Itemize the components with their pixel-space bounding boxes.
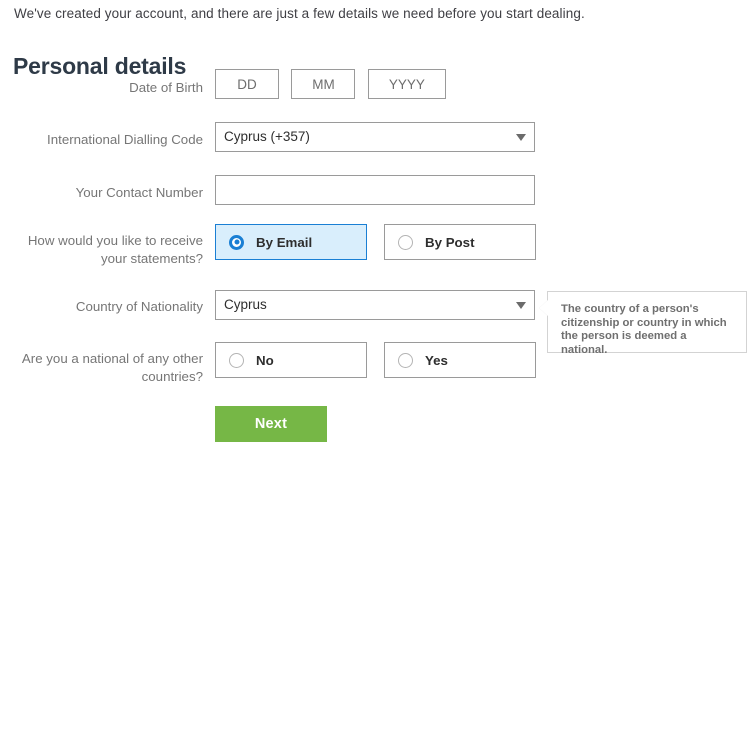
radio-unselected-icon [398,234,413,250]
statements-label: How would you like to receive your state… [27,233,203,266]
radio-unselected-icon [398,352,413,368]
contact-number-field [215,175,535,205]
page-title: Personal details [13,53,187,80]
statements-options: By Email By Post [215,224,545,260]
radio-unselected-icon [229,352,244,368]
dialling-code-select[interactable]: Cyprus (+357) [215,122,535,152]
date-of-birth-month-input[interactable] [291,69,356,99]
date-of-birth-fields [215,69,446,99]
intro-text: We've created your account, and there ar… [14,6,585,21]
nationality-tooltip-text: The country of a person's citizenship or… [561,303,727,356]
contact-number-input[interactable] [215,175,535,205]
nationality-selected-value: Cyprus [215,290,535,320]
statements-option-by-post-label: By Post [425,234,475,250]
other-nationalities-option-yes-label: Yes [425,352,448,368]
radio-selected-icon [229,234,244,250]
next-button[interactable]: Next [215,406,327,442]
dialling-code-label: International Dialling Code [47,132,203,147]
statements-option-by-email[interactable]: By Email [215,224,367,260]
date-of-birth-year-input[interactable] [367,69,446,99]
nationality-label: Country of Nationality [75,299,203,314]
nationality-select[interactable]: Cyprus [215,290,535,320]
other-nationalities-option-no-label: No [256,352,274,368]
tooltip-arrow-icon [539,299,549,317]
other-nationalities-option-yes[interactable]: Yes [384,342,536,378]
dialling-code-selected-value: Cyprus (+357) [215,122,535,152]
other-nationalities-option-no[interactable]: No [215,342,367,378]
nationality-field: Cyprus [215,290,535,320]
personal-details-page: We've created your account, and there ar… [0,0,755,738]
other-nationalities-options: No Yes [215,342,545,378]
statements-option-by-email-label: By Email [256,234,313,250]
contact-number-label: Your Contact Number [75,185,203,200]
statements-option-by-post[interactable]: By Post [384,224,536,260]
dialling-code-field: Cyprus (+357) [215,122,535,152]
nationality-tooltip: The country of a person's citizenship or… [539,291,747,356]
date-of-birth-label: Date of Birth [129,80,203,95]
date-of-birth-day-input[interactable] [215,69,279,99]
other-nationalities-label: Are you a national of any other countrie… [21,351,203,384]
